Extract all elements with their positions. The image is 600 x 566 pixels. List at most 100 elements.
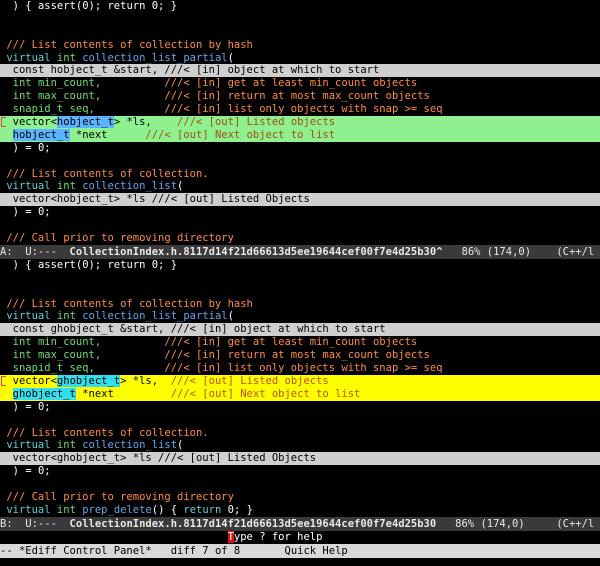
diff-line-other[interactable]: const ghobject_t &start, ///< [in] objec… [0,323,600,337]
code-text: snapid_t seq, [12,103,165,116]
blank-line[interactable] [0,155,600,168]
diff-fringe-marker [1,117,6,128]
comment-text: /// List contents of collection by hash [6,297,253,310]
cursor-position: 86% (174,0) [436,517,557,530]
code-text: > *ls, [113,116,178,129]
function-name: collection_list [82,439,178,452]
diff-line-other[interactable]: const hobject_t &start, ///< [in] object… [0,64,600,78]
blank-line[interactable] [0,26,600,39]
code-text: *next [69,128,146,141]
keyword: return [183,503,222,516]
cursor-position: 86% (174,0) [442,245,557,258]
fine-diff-highlight: hobject_t [56,116,114,129]
buffer-name[interactable]: CollectionIndex.h.8117d14f21d66613d5ee19… [70,518,437,530]
blank-line[interactable] [0,272,600,285]
fine-diff-highlight: ghobject_t [12,387,76,400]
code-line[interactable]: int max_count, ///< [in] return at most … [0,90,600,103]
major-mode[interactable]: (C++/l Gt [556,246,600,258]
mode-line-status: A: U:--- [0,245,70,258]
blank-line[interactable] [0,219,600,232]
code-line[interactable]: snapid_t seq, ///< [in] list only object… [0,362,600,375]
code-line[interactable]: ) = 0; [0,206,600,219]
blank-line[interactable] [0,13,600,26]
pane-a[interactable]: ) { assert(0); return 0; } /// List cont… [0,0,600,245]
code-line[interactable]: virtual int collection_list_partial( [0,310,600,323]
code-text: > *ls, [120,374,171,387]
diff-line-other[interactable]: vector<hobject_t> *ls ///< [out] Listed … [0,193,600,207]
fine-diff-highlight: ghobject_t [56,374,121,387]
comment-text: /// List contents of collection. [6,426,209,439]
mode-line-a[interactable]: A: U:--- CollectionIndex.h.8117d14f21d66… [0,244,600,259]
code-text: ) = 0; [12,141,51,154]
buffer-name[interactable]: CollectionIndex.h.8117d14f21d66613d5ee19… [70,246,443,258]
comment-text: /// List contents of collection. [6,167,209,180]
blank-line[interactable] [0,414,600,427]
code-line[interactable]: virtual int collection_list( [0,180,600,193]
code-line[interactable]: /// Call prior to removing directory [0,232,600,245]
code-text: snapid_t seq, [12,362,165,375]
comment-text: ///< [in] get at least min_count objects [164,77,418,90]
keyword: virtual [6,180,51,193]
comment-text: ///< [in] get at least min_count objects [164,336,418,349]
diff-counter: diff 7 of 8 [151,544,285,557]
code-line[interactable]: virtual int collection_list( [0,439,600,452]
code-line[interactable]: virtual int collection_list_partial( [0,52,600,65]
code-text: vector< [12,116,57,129]
type: int [56,51,76,64]
diff-fringe-marker [1,375,6,386]
blank-line[interactable] [0,285,600,298]
code-text: int max_count, [12,349,165,362]
code-text: ) = 0; [12,465,51,478]
quick-help-label[interactable]: Quick Help [285,545,348,557]
code-text: ) = 0; [12,206,51,219]
code-line[interactable]: /// List contents of collection by hash [0,39,600,52]
keyword: virtual [6,439,51,452]
code-line[interactable]: /// List contents of collection. [0,427,600,440]
code-line[interactable]: /// List contents of collection by hash [0,298,600,311]
code-line[interactable]: ) = 0; [0,465,600,478]
code-line[interactable]: int max_count, ///< [in] return at most … [0,349,600,362]
code-line[interactable]: ) = 0; [0,401,600,414]
blank-line[interactable] [0,478,600,491]
comment-text: /// List contents of collection by hash [6,38,253,51]
major-mode[interactable]: (C++/l Gta [556,518,600,530]
comment-text: ///< [out] Listed objects [170,374,329,387]
fine-diff-highlight: hobject_t [12,128,70,141]
code-text: vector<hobject_t> *ls ///< [out] Listed … [12,193,310,206]
diff-line-current[interactable]: hobject_t *next ///< [out] Next object t… [0,128,600,142]
code-text: int max_count, [12,90,165,103]
echo-area[interactable]: Type ? for help [0,530,600,544]
code-line[interactable]: /// List contents of collection. [0,168,600,181]
diff-line-other[interactable]: vector<ghobject_t> *ls ///< [out] Listed… [0,452,600,466]
function-name: collection_list_partial [82,51,228,64]
comment-text: ///< [in] return at most max_count objec… [164,90,430,103]
pane-b[interactable]: ) { assert(0); return 0; } /// List cont… [0,259,600,517]
code-line[interactable]: /// Call prior to removing directory [0,491,600,504]
diff-line-current[interactable]: vector<ghobject_t> *ls, ///< [out] Liste… [0,374,600,388]
ediff-control-panel-mode-line[interactable]: -- *Ediff Control Panel* diff 7 of 8 Qui… [0,543,600,558]
comment-text: ///< [in] list only objects with snap >=… [164,362,443,375]
echo-message: ype ? for help [233,530,323,543]
type: int [56,503,76,516]
code-line[interactable]: virtual int prep_delete() { return 0; } [0,504,600,517]
mode-line-status: B: U:--- [0,517,70,530]
comment-text: ///< [out] Next object to list [145,128,336,141]
code-text: vector<ghobject_t> *ls ///< [out] Listed… [12,452,317,465]
type: int [56,310,76,323]
control-panel-name[interactable]: *Ediff Control Panel* [19,545,152,557]
comment-text: /// Call prior to removing directory [6,490,234,503]
code-line[interactable]: int min_count, ///< [in] get at least mi… [0,336,600,349]
mode-line-b[interactable]: B: U:--- CollectionIndex.h.8117d14f21d66… [0,516,600,531]
code-text: int min_count, [12,77,165,90]
mode-line-status: -- [0,544,19,557]
code-line[interactable]: int min_count, ///< [in] get at least mi… [0,77,600,90]
code-line[interactable]: ) { assert(0); return 0; } [0,0,600,13]
code-line[interactable]: ) { assert(0); return 0; } [0,259,600,272]
code-line[interactable]: ) = 0; [0,142,600,155]
code-line[interactable]: snapid_t seq, ///< [in] list only object… [0,103,600,116]
diff-line-current[interactable]: ghobject_t *next ///< [out] Next object … [0,387,600,401]
comment-text: /// Call prior to removing directory [6,232,234,245]
keyword: virtual [6,310,51,323]
keyword: virtual [6,51,51,64]
diff-line-current[interactable]: vector<hobject_t> *ls, ///< [out] Listed… [0,116,600,129]
